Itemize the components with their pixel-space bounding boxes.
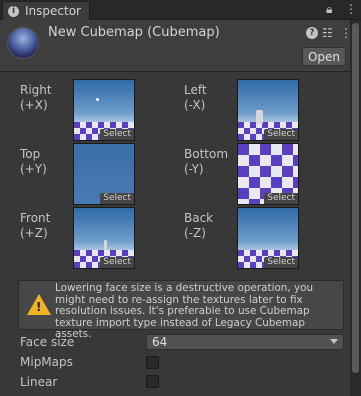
scrollbar-thumb[interactable] [352,23,359,373]
face-label-right: Right (+X) [20,83,52,113]
face-name: Front [20,211,51,225]
face-size-label: Face size [20,335,75,349]
face-slot-back[interactable]: Select [237,207,299,269]
cubemap-asset-icon [7,27,39,59]
settings-sliders-icon[interactable]: ☷ [322,26,333,40]
linear-label: Linear [20,375,58,389]
select-button[interactable]: Select [264,257,298,268]
face-axis: (+Y) [20,162,47,176]
tab-inspector[interactable]: i Inspector [2,1,90,20]
linear-checkbox[interactable] [146,375,159,388]
kebab-menu-icon[interactable]: ⋮ [345,2,357,16]
face-axis: (-X) [184,98,206,112]
face-axis: (+X) [20,98,48,112]
face-axis: (+Z) [20,226,48,240]
face-name: Right [20,83,52,97]
face-name: Back [184,211,214,225]
face-slot-left[interactable]: Select [237,79,299,141]
asset-header: New Cubemap (Cubemap) ? ☷ ⋮ Open [0,20,352,72]
face-slot-front[interactable]: Select [73,207,135,269]
open-button[interactable]: Open [302,47,346,66]
warning-exclamation: ! [36,300,42,314]
face-label-front: Front (+Z) [20,211,50,241]
chevron-down-icon [330,339,338,344]
face-name: Top [20,147,41,161]
select-button[interactable]: Select [100,193,134,204]
asset-title: New Cubemap (Cubemap) [48,25,220,40]
select-button[interactable]: Select [100,129,134,140]
face-axis: (-Y) [184,162,204,176]
white-post [256,110,263,124]
help-icon[interactable]: ? [306,27,318,39]
select-button[interactable]: Select [264,193,298,204]
sun-glint [96,98,99,101]
mipmaps-label: MipMaps [20,355,73,369]
face-name: Left [184,83,207,97]
face-label-left: Left (-X) [184,83,207,113]
face-slot-bottom[interactable]: Select [237,143,299,205]
face-size-dropdown[interactable]: 64 [146,334,344,350]
face-label-top: Top (+Y) [20,147,47,177]
info-icon: i [8,5,19,17]
face-label-back: Back (-Z) [184,211,213,241]
face-slot-right[interactable]: Select [73,79,135,141]
warning-help-box: ! Lowering face size is a destructive op… [18,280,344,340]
mipmaps-checkbox[interactable] [146,356,159,369]
face-axis: (-Z) [184,226,206,240]
white-post [104,240,107,250]
tab-bar: i Inspector 🔒︎ ⋮ [0,0,361,20]
face-name: Bottom [184,147,229,161]
select-button[interactable]: Select [264,129,298,140]
help-text: Lowering face size is a destructive oper… [55,282,314,340]
face-slot-top[interactable]: Select [73,143,135,205]
tab-inspector-label: Inspector [25,4,81,18]
face-size-value: 64 [152,335,168,349]
lock-icon[interactable]: 🔒︎ [326,2,332,17]
face-label-bottom: Bottom (-Y) [184,147,228,177]
select-button[interactable]: Select [100,257,134,268]
